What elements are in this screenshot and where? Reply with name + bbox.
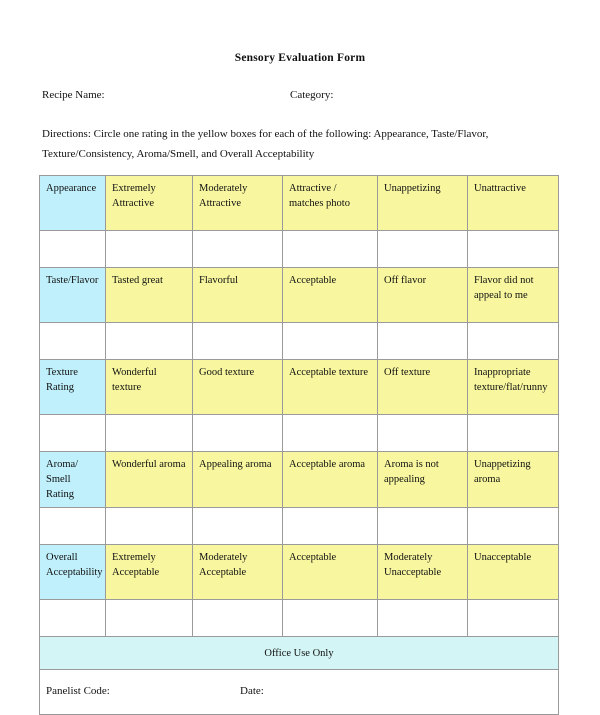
table-row: Texture Rating Wonderful texture Good te… [39, 359, 559, 415]
comment-cell[interactable] [39, 322, 106, 360]
comment-cell[interactable] [467, 230, 559, 268]
comment-cell[interactable] [377, 414, 468, 452]
rating-option[interactable]: Off texture [377, 359, 468, 415]
rating-option[interactable]: Unattractive [467, 175, 559, 231]
table-row: Appearance Extremely Attractive Moderate… [39, 175, 559, 231]
comment-cell[interactable] [467, 507, 559, 545]
rating-option[interactable]: Inappropriate texture/flat/runny [467, 359, 559, 415]
rating-option[interactable]: Acceptable [282, 544, 378, 600]
comment-cell[interactable] [467, 414, 559, 452]
comment-cell[interactable] [39, 599, 106, 637]
sensory-evaluation-form-page: Sensory Evaluation Form Recipe Name: Cat… [0, 0, 600, 715]
rating-option[interactable]: Good texture [192, 359, 283, 415]
rating-option[interactable]: Tasted great [105, 267, 193, 323]
rating-option[interactable]: Wonderful aroma [105, 451, 193, 508]
comment-cell[interactable] [377, 322, 468, 360]
office-use-row: Office Use Only [39, 636, 559, 670]
comment-cell[interactable] [105, 507, 193, 545]
comment-cell[interactable] [105, 322, 193, 360]
comment-cell[interactable] [105, 599, 193, 637]
comment-cell[interactable] [39, 507, 106, 545]
row-label-taste-flavor: Taste/Flavor [39, 267, 106, 323]
rating-option[interactable]: Extremely Acceptable [105, 544, 193, 600]
office-use-fields-row: Panelist Code: Date: [39, 669, 559, 715]
comment-cell[interactable] [282, 599, 378, 637]
comment-row [39, 322, 559, 360]
rating-option[interactable]: Acceptable [282, 267, 378, 323]
rating-option[interactable]: Wonderful texture [105, 359, 193, 415]
comment-cell[interactable] [39, 414, 106, 452]
rating-option[interactable]: Extremely Attractive [105, 175, 193, 231]
comment-cell[interactable] [105, 230, 193, 268]
comment-cell[interactable] [192, 414, 283, 452]
rating-option[interactable]: Appealing aroma [192, 451, 283, 508]
rating-option[interactable]: Flavorful [192, 267, 283, 323]
rating-option[interactable]: Moderately Unacceptable [377, 544, 468, 600]
category-label: Category: [290, 89, 334, 101]
row-label-overall-acceptability: Overall Acceptability [39, 544, 106, 600]
comment-cell[interactable] [377, 599, 468, 637]
comment-cell[interactable] [105, 414, 193, 452]
comment-cell[interactable] [39, 230, 106, 268]
office-use-label: Office Use Only [39, 636, 559, 670]
recipe-name-label: Recipe Name: [42, 89, 105, 101]
comment-cell[interactable] [192, 507, 283, 545]
directions-text: Directions: Circle one rating in the yel… [42, 128, 489, 160]
comment-cell[interactable] [282, 507, 378, 545]
rating-option[interactable]: Off flavor [377, 267, 468, 323]
row-label-texture-rating: Texture Rating [39, 359, 106, 415]
comment-cell[interactable] [467, 322, 559, 360]
table-row: Taste/Flavor Tasted great Flavorful Acce… [39, 267, 559, 323]
rating-option[interactable]: Unacceptable [467, 544, 559, 600]
comment-cell[interactable] [282, 414, 378, 452]
comment-row [39, 230, 559, 268]
rating-option[interactable]: Attractive / matches photo [282, 175, 378, 231]
rating-option[interactable]: Aroma is not appealing [377, 451, 468, 508]
rating-option[interactable]: Unappetizing [377, 175, 468, 231]
rating-option[interactable]: Acceptable texture [282, 359, 378, 415]
comment-cell[interactable] [192, 230, 283, 268]
table-row: Aroma/ Smell Rating Wonderful aroma Appe… [39, 451, 559, 508]
office-use-fields-cell: Panelist Code: Date: [39, 669, 559, 715]
rating-option[interactable]: Acceptable aroma [282, 451, 378, 508]
comment-cell[interactable] [467, 599, 559, 637]
table-row: Overall Acceptability Extremely Acceptab… [39, 544, 559, 600]
comment-cell[interactable] [192, 599, 283, 637]
comment-row [39, 414, 559, 452]
comment-cell[interactable] [377, 230, 468, 268]
comment-cell[interactable] [282, 230, 378, 268]
comment-cell[interactable] [192, 322, 283, 360]
comment-row [39, 507, 559, 545]
comment-cell[interactable] [282, 322, 378, 360]
page-title: Sensory Evaluation Form [234, 52, 366, 64]
rating-option[interactable]: Unappetizing aroma [467, 451, 559, 508]
comment-cell[interactable] [377, 507, 468, 545]
date-label: Date: [240, 685, 264, 697]
panelist-code-label: Panelist Code: [46, 685, 110, 697]
rating-table: Appearance Extremely Attractive Moderate… [39, 175, 559, 715]
rating-option[interactable]: Flavor did not appeal to me [467, 267, 559, 323]
rating-option[interactable]: Moderately Attractive [192, 175, 283, 231]
row-label-appearance: Appearance [39, 175, 106, 231]
row-label-aroma-smell-rating: Aroma/ Smell Rating [39, 451, 106, 508]
comment-row [39, 599, 559, 637]
rating-option[interactable]: Moderately Acceptable [192, 544, 283, 600]
